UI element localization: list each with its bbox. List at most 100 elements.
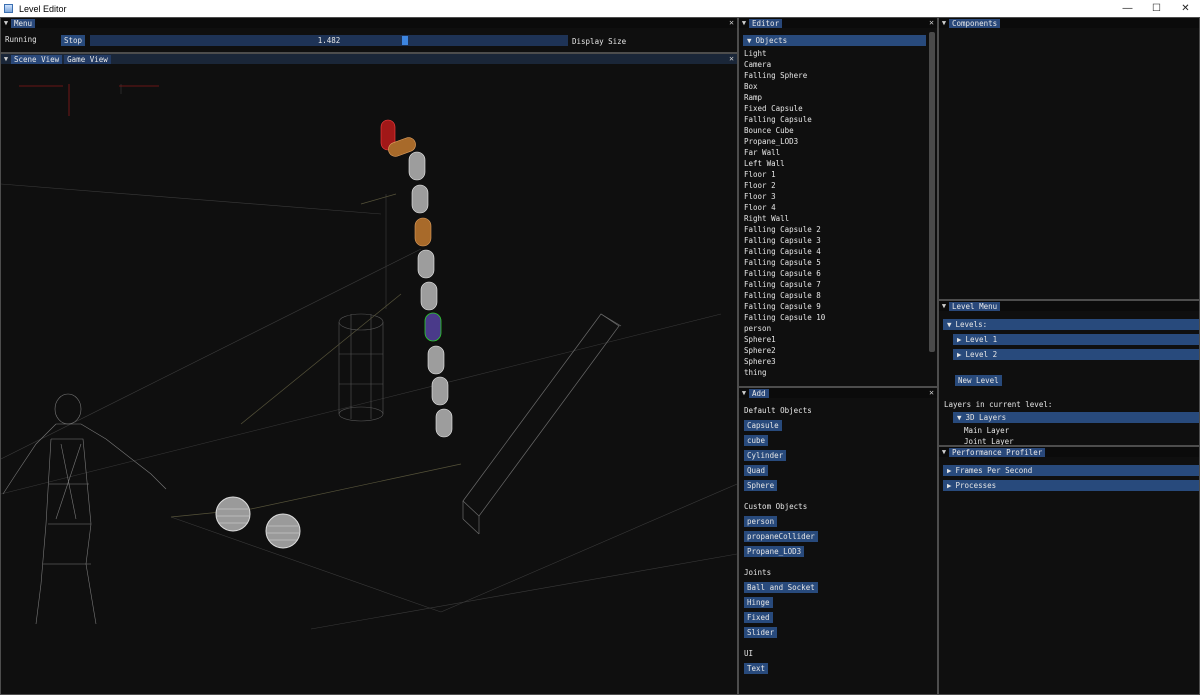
object-list-item[interactable]: Propane_LOD3 xyxy=(744,136,825,147)
level-item[interactable]: ▶ Level 1 xyxy=(953,334,1199,345)
object-list-item[interactable]: Light xyxy=(744,48,825,59)
object-list-item[interactable]: Sphere1 xyxy=(744,334,825,345)
slider-value: 1.482 xyxy=(317,36,341,45)
level-label: Level 2 xyxy=(965,350,998,359)
tree-collapsed-icon[interactable]: ▶ xyxy=(953,335,966,344)
tab-performance-profiler[interactable]: Performance Profiler xyxy=(949,447,1046,457)
display-size-slider[interactable]: 1.482 xyxy=(90,35,568,46)
profiler-section-processes[interactable]: ▶ Processes xyxy=(943,480,1199,491)
tree-expanded-icon[interactable]: ▼ xyxy=(943,320,956,329)
layer-item[interactable]: Joint Layer xyxy=(964,436,1014,445)
object-list-item[interactable]: Falling Capsule 2 xyxy=(744,224,825,235)
menu-panel-titlebar[interactable]: ▼ Menu ✕ xyxy=(1,18,737,28)
maximize-button[interactable]: ☐ xyxy=(1142,0,1171,17)
tree-collapsed-icon[interactable]: ▶ xyxy=(943,466,956,475)
collapse-triangle-icon[interactable]: ▼ xyxy=(939,448,949,456)
level-label: Level 1 xyxy=(965,335,998,344)
tab-game-view[interactable]: Game View xyxy=(64,54,111,64)
object-list-item[interactable]: Falling Capsule 5 xyxy=(744,257,825,268)
object-list-item[interactable]: Falling Capsule xyxy=(744,114,825,125)
collapse-triangle-icon[interactable]: ▼ xyxy=(939,302,949,310)
minimize-button[interactable]: — xyxy=(1113,0,1142,17)
object-list-item[interactable]: Falling Capsule 7 xyxy=(744,279,825,290)
add-object-button[interactable]: Sphere xyxy=(744,480,778,491)
collapse-triangle-icon[interactable]: ▼ xyxy=(1,55,11,63)
window-controls: — ☐ ✕ xyxy=(1113,0,1200,17)
add-object-button[interactable]: Slider xyxy=(744,627,778,638)
tab-menu[interactable]: Menu xyxy=(11,18,36,28)
object-list-item[interactable]: Floor 3 xyxy=(744,191,825,202)
components-panel-titlebar[interactable]: ▼ Components xyxy=(939,18,1199,28)
layers-header[interactable]: ▼ 3D Layers xyxy=(953,412,1199,423)
collapse-triangle-icon[interactable]: ▼ xyxy=(739,19,749,27)
close-icon[interactable]: ✕ xyxy=(729,54,734,64)
section-label: Processes xyxy=(955,481,997,490)
collapse-triangle-icon[interactable]: ▼ xyxy=(939,19,949,27)
object-list-item[interactable]: Camera xyxy=(744,59,825,70)
profiler-titlebar[interactable]: ▼ Performance Profiler xyxy=(939,447,1199,457)
objects-tree-header[interactable]: ▼ Objects xyxy=(743,35,926,46)
add-object-button[interactable]: person xyxy=(744,516,778,527)
level-item[interactable]: ▶ Level 2 xyxy=(953,349,1199,360)
scene-view-panel: ▼ Scene View Game View ✕ xyxy=(0,53,738,695)
add-object-button[interactable]: Ball and Socket xyxy=(744,582,818,593)
object-list-item[interactable]: Falling Capsule 6 xyxy=(744,268,825,279)
scene-panel-titlebar[interactable]: ▼ Scene View Game View ✕ xyxy=(1,54,737,64)
object-list-item[interactable]: Right Wall xyxy=(744,213,825,224)
tab-scene-view[interactable]: Scene View xyxy=(11,54,63,64)
object-list-item[interactable]: Floor 2 xyxy=(744,180,825,191)
close-window-button[interactable]: ✕ xyxy=(1171,0,1200,17)
levels-header[interactable]: ▼ Levels: xyxy=(943,319,1199,330)
tree-collapsed-icon[interactable]: ▶ xyxy=(953,350,966,359)
object-list-item[interactable]: Bounce Cube xyxy=(744,125,825,136)
profiler-section-fps[interactable]: ▶ Frames Per Second xyxy=(943,465,1199,476)
level-menu-titlebar[interactable]: ▼ Level Menu xyxy=(939,301,1199,311)
tree-expanded-icon[interactable]: ▼ xyxy=(743,36,756,45)
object-list-item[interactable]: Falling Capsule 3 xyxy=(744,235,825,246)
object-list-item[interactable]: Falling Capsule 4 xyxy=(744,246,825,257)
close-icon[interactable]: ✕ xyxy=(729,18,734,28)
object-list-item[interactable]: thing xyxy=(744,367,825,378)
object-list-item[interactable]: person xyxy=(744,323,825,334)
components-panel: ▼ Components xyxy=(938,17,1200,300)
add-object-button[interactable]: Text xyxy=(744,663,769,674)
object-list-item[interactable]: Sphere2 xyxy=(744,345,825,356)
object-list-item[interactable]: Left Wall xyxy=(744,158,825,169)
add-object-button[interactable]: Propane_LOD3 xyxy=(744,546,805,557)
object-list-item[interactable]: Falling Sphere xyxy=(744,70,825,81)
editor-scrollbar[interactable] xyxy=(929,32,935,352)
collapse-triangle-icon[interactable]: ▼ xyxy=(1,19,11,27)
close-icon[interactable]: ✕ xyxy=(929,388,934,398)
tab-add[interactable]: Add xyxy=(749,388,769,398)
scene-viewport[interactable] xyxy=(1,64,737,694)
add-object-button[interactable]: Capsule xyxy=(744,420,782,431)
object-list-item[interactable]: Sphere3 xyxy=(744,356,825,367)
object-list-item[interactable]: Falling Capsule 10 xyxy=(744,312,825,323)
new-level-button[interactable]: New Level xyxy=(955,375,1002,386)
object-list-item[interactable]: Falling Capsule 9 xyxy=(744,301,825,312)
add-object-button[interactable]: Cylinder xyxy=(744,450,787,461)
object-list-item[interactable]: Far Wall xyxy=(744,147,825,158)
tab-editor[interactable]: Editor xyxy=(749,18,783,28)
object-list-item[interactable]: Fixed Capsule xyxy=(744,103,825,114)
add-panel-titlebar[interactable]: ▼ Add ✕ xyxy=(739,388,937,398)
layer-item[interactable]: Main Layer xyxy=(964,425,1009,436)
object-list-item[interactable]: Ramp xyxy=(744,92,825,103)
object-list-item[interactable]: Falling Capsule 8 xyxy=(744,290,825,301)
tab-components[interactable]: Components xyxy=(949,18,1001,28)
tree-collapsed-icon[interactable]: ▶ xyxy=(943,481,956,490)
editor-panel-titlebar[interactable]: ▼ Editor ✕ xyxy=(739,18,937,28)
collapse-triangle-icon[interactable]: ▼ xyxy=(739,389,749,397)
tree-expanded-icon[interactable]: ▼ xyxy=(953,413,966,422)
object-list-item[interactable]: Floor 1 xyxy=(744,169,825,180)
add-object-button[interactable]: Hinge xyxy=(744,597,773,608)
object-list-item[interactable]: Box xyxy=(744,81,825,92)
add-object-button[interactable]: Quad xyxy=(744,465,769,476)
add-object-button[interactable]: propaneCollider xyxy=(744,531,818,542)
add-object-button[interactable]: cube xyxy=(744,435,769,446)
add-object-button[interactable]: Fixed xyxy=(744,612,773,623)
tab-level-menu[interactable]: Level Menu xyxy=(949,301,1001,311)
object-list-item[interactable]: Floor 4 xyxy=(744,202,825,213)
stop-button[interactable]: Stop xyxy=(61,35,86,46)
close-icon[interactable]: ✕ xyxy=(929,18,934,28)
